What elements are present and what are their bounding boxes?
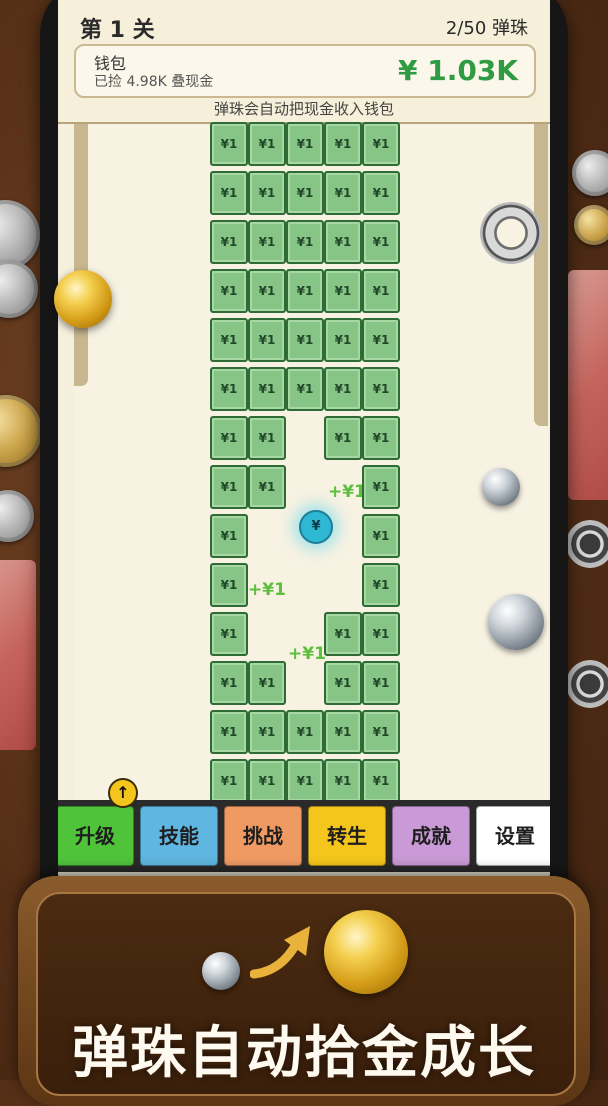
cash-brick: ¥1 bbox=[324, 220, 362, 264]
cash-brick: ¥1 bbox=[362, 318, 400, 362]
cash-brick: ¥1 bbox=[210, 661, 248, 705]
cash-brick: ¥1 bbox=[324, 171, 362, 215]
top-bar: 第 1 关 2/50 弹珠 钱包 已捡 4.98K 叠现金 ¥ 1.03K 弹珠… bbox=[58, 0, 550, 124]
cash-brick: ¥1 bbox=[248, 171, 286, 215]
upgrade-button[interactable]: 升级 bbox=[58, 806, 134, 866]
cash-popup: +¥1 bbox=[248, 580, 286, 600]
promo-tagline: 弹珠自动拾金成长 bbox=[72, 1021, 536, 1086]
upgrade-arrow-icon: ↑ bbox=[108, 778, 138, 808]
cash-brick: ¥1 bbox=[362, 416, 400, 460]
rebirth-button[interactable]: 转生 bbox=[308, 806, 386, 866]
cash-brick: ¥1 bbox=[210, 612, 248, 656]
action-bar: 升级 技能 挑战 转生 成就 设置 bbox=[58, 800, 550, 872]
cash-brick: ¥1 bbox=[362, 563, 400, 607]
hint-text: 弹珠会自动把现金收入钱包 bbox=[213, 100, 394, 118]
desk-banknote bbox=[0, 560, 36, 750]
wallet-collected: 已捡 4.98K 叠现金 bbox=[94, 74, 214, 90]
cash-brick: ¥1 bbox=[324, 416, 362, 460]
game-screen: 第 1 关 2/50 弹珠 钱包 已捡 4.98K 叠现金 ¥ 1.03K 弹珠… bbox=[58, 0, 550, 880]
cash-brick: ¥1 bbox=[286, 171, 324, 215]
cash-brick: ¥1 bbox=[210, 269, 248, 313]
wallet-amount: ¥ 1.03K bbox=[397, 54, 518, 87]
cash-brick: ¥1 bbox=[362, 171, 400, 215]
cash-popup: +¥1 bbox=[328, 482, 366, 502]
challenge-button[interactable]: 挑战 bbox=[224, 806, 302, 866]
desk-coin bbox=[0, 395, 42, 467]
cash-brick: ¥1 bbox=[248, 269, 286, 313]
cash-brick: ¥1 bbox=[210, 514, 248, 558]
cash-brick: ¥1 bbox=[286, 220, 324, 264]
level-label: 第 1 关 bbox=[80, 18, 155, 43]
cash-brick: ¥1 bbox=[324, 612, 362, 656]
cash-brick: ¥1 bbox=[324, 122, 362, 166]
cash-brick: ¥1 bbox=[362, 220, 400, 264]
cash-brick: ¥1 bbox=[324, 318, 362, 362]
cash-brick: ¥1 bbox=[210, 220, 248, 264]
cash-brick: ¥1 bbox=[248, 367, 286, 411]
cash-brick: ¥1 bbox=[324, 269, 362, 313]
cash-brick: ¥1 bbox=[286, 759, 324, 803]
desk-coin bbox=[574, 205, 608, 245]
cash-brick: ¥1 bbox=[362, 269, 400, 313]
cash-brick: ¥1 bbox=[210, 759, 248, 803]
play-field: ¥ +¥1 +¥1 +¥1 ¥1 ¥1 ¥1 ¥1 ¥1 ¥1 ¥1 ¥1 ¥1 ¥1 ¥1 ¥1 ¥1… bbox=[74, 122, 548, 803]
cash-brick: ¥1 bbox=[248, 318, 286, 362]
cash-brick: ¥1 bbox=[210, 122, 248, 166]
cash-brick: ¥1 bbox=[324, 661, 362, 705]
achievements-button[interactable]: 成就 bbox=[392, 806, 470, 866]
cash-brick: ¥1 bbox=[210, 563, 248, 607]
steel-ball bbox=[488, 594, 544, 650]
cash-brick: ¥1 bbox=[286, 367, 324, 411]
steel-ball bbox=[482, 468, 520, 506]
small-steel-ball bbox=[202, 952, 240, 990]
cash-brick: ¥1 bbox=[286, 122, 324, 166]
cash-brick: ¥1 bbox=[324, 759, 362, 803]
desk-banknote bbox=[568, 270, 608, 500]
left-wall bbox=[74, 124, 88, 386]
desk-coin bbox=[0, 490, 34, 542]
bearing-ring bbox=[480, 202, 542, 264]
cash-brick: ¥1 bbox=[324, 367, 362, 411]
big-gold-ball bbox=[324, 910, 408, 994]
gold-ball bbox=[54, 270, 112, 328]
cash-brick: ¥1 bbox=[248, 416, 286, 460]
cash-brick: ¥1 bbox=[286, 710, 324, 754]
right-wall bbox=[534, 124, 548, 426]
cash-brick: ¥1 bbox=[286, 318, 324, 362]
cash-brick: ¥1 bbox=[362, 612, 400, 656]
cash-brick: ¥1 bbox=[210, 171, 248, 215]
coin-ball: ¥ bbox=[299, 510, 333, 544]
cash-brick: ¥1 bbox=[286, 269, 324, 313]
cash-brick: ¥1 bbox=[248, 220, 286, 264]
upgrade-arrow-icon bbox=[250, 926, 310, 979]
cash-brick: ¥1 bbox=[210, 318, 248, 362]
cash-brick: ¥1 bbox=[210, 710, 248, 754]
cash-brick: ¥1 bbox=[248, 465, 286, 509]
cash-brick: ¥1 bbox=[362, 710, 400, 754]
cash-brick: ¥1 bbox=[248, 661, 286, 705]
settings-button[interactable]: 设置 bbox=[476, 806, 550, 866]
cash-brick: ¥1 bbox=[362, 514, 400, 558]
cash-brick: ¥1 bbox=[248, 710, 286, 754]
skills-button[interactable]: 技能 bbox=[140, 806, 218, 866]
cash-brick: ¥1 bbox=[210, 416, 248, 460]
cash-brick: ¥1 bbox=[248, 759, 286, 803]
desk-bearing bbox=[566, 660, 608, 708]
cash-brick: ¥1 bbox=[362, 759, 400, 803]
cash-brick: ¥1 bbox=[210, 367, 248, 411]
wallet-panel: 钱包 已捡 4.98K 叠现金 ¥ 1.03K bbox=[74, 44, 536, 98]
cash-brick: ¥1 bbox=[210, 465, 248, 509]
desk-coin bbox=[0, 260, 38, 318]
cash-brick: ¥1 bbox=[362, 661, 400, 705]
cash-brick: ¥1 bbox=[324, 710, 362, 754]
cash-brick: ¥1 bbox=[248, 122, 286, 166]
cash-popup: +¥1 bbox=[288, 644, 326, 664]
cash-brick: ¥1 bbox=[362, 465, 400, 509]
cash-brick: ¥1 bbox=[362, 367, 400, 411]
desk-bearing bbox=[566, 520, 608, 568]
desk-coin bbox=[572, 150, 608, 196]
cash-brick: ¥1 bbox=[362, 122, 400, 166]
ball-counter: 2/50 弹珠 bbox=[445, 18, 528, 39]
